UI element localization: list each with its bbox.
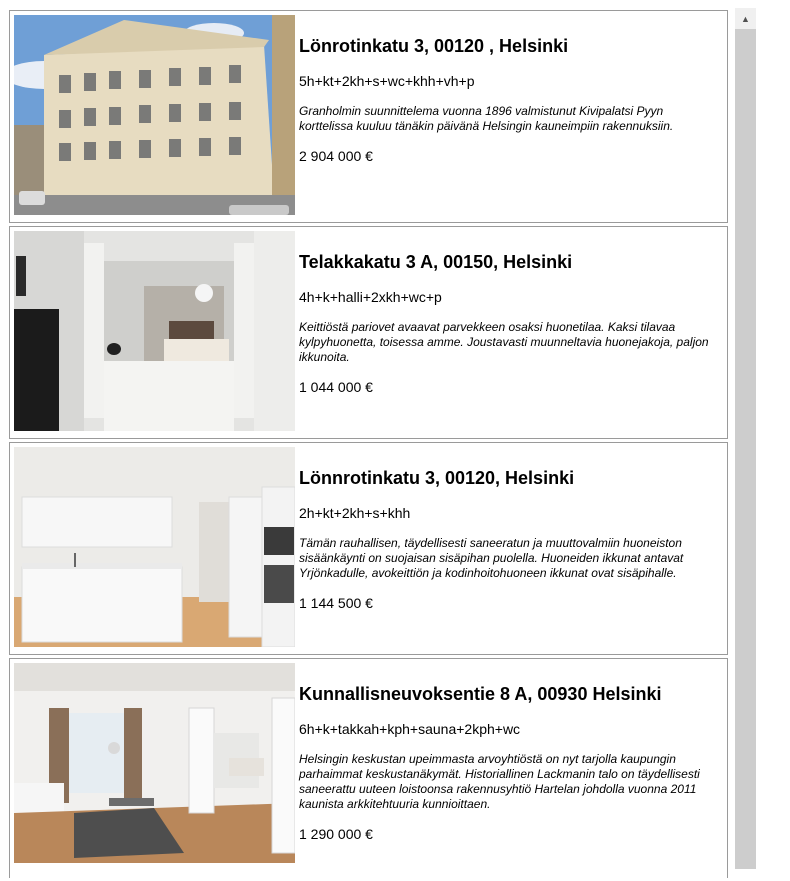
listing-list: Lönrotinkatu 3, 00120 , Helsinki 5h+kt+2… (9, 10, 728, 881)
listing-photo[interactable] (14, 663, 295, 863)
listing-card[interactable]: Lönnrotinkatu 3, 00120, Helsinki 2h+kt+2… (9, 442, 728, 655)
listing-rooms: 4h+k+halli+2xkh+wc+p (299, 289, 442, 305)
listing-card[interactable]: Telakkakatu 3 A, 00150, Helsinki 4h+k+ha… (9, 226, 728, 439)
listing-price: 1 044 000 € (299, 379, 373, 395)
listing-description: Granholmin suunnittelema vuonna 1896 val… (299, 104, 674, 133)
listing-info: Lönrotinkatu 3, 00120 , Helsinki 5h+kt+2… (295, 15, 723, 218)
listing-price: 2 904 000 € (299, 148, 373, 164)
listing-price: 1 144 500 € (299, 595, 373, 611)
listing-card[interactable]: Kunnallisneuvoksentie 8 A, 00930 Helsink… (9, 658, 728, 878)
listing-address[interactable]: Lönnrotinkatu 3, 00120, Helsinki (299, 466, 723, 490)
listing-address[interactable]: Lönrotinkatu 3, 00120 , Helsinki (299, 34, 723, 58)
vertical-scrollbar[interactable]: ▲ (735, 8, 756, 869)
listing-info: Kunnallisneuvoksentie 8 A, 00930 Helsink… (295, 663, 723, 874)
listing-photo[interactable] (14, 447, 295, 647)
bedroom-interior-photo (14, 231, 295, 431)
listing-photo[interactable] (14, 15, 295, 215)
scrollbar-thumb[interactable] (735, 29, 756, 869)
listing-description: Helsingin keskustan upeimmasta arvoyhtiö… (299, 752, 700, 811)
listing-description: Tämän rauhallisen, täydellisesti saneera… (299, 536, 684, 580)
listing-info: Telakkakatu 3 A, 00150, Helsinki 4h+k+ha… (295, 231, 723, 434)
listing-address[interactable]: Telakkakatu 3 A, 00150, Helsinki (299, 250, 723, 274)
listing-info: Lönnrotinkatu 3, 00120, Helsinki 2h+kt+2… (295, 447, 723, 650)
building-exterior-photo (14, 15, 295, 215)
scroll-up-arrow-icon[interactable]: ▲ (735, 8, 756, 29)
listing-rooms: 5h+kt+2kh+s+wc+khh+vh+p (299, 73, 475, 89)
listing-rooms: 2h+kt+2kh+s+khh (299, 505, 411, 521)
kitchen-interior-photo (14, 447, 295, 647)
listing-card[interactable]: Lönrotinkatu 3, 00120 , Helsinki 5h+kt+2… (9, 10, 728, 223)
living-room-interior-photo (14, 663, 295, 863)
listing-address[interactable]: Kunnallisneuvoksentie 8 A, 00930 Helsink… (299, 682, 723, 706)
listing-description: Keittiöstä pariovet avaavat parvekkeen o… (299, 320, 709, 364)
listing-price: 1 290 000 € (299, 826, 373, 842)
listing-rooms: 6h+k+takkah+kph+sauna+2kph+wc (299, 721, 521, 737)
listing-photo[interactable] (14, 231, 295, 431)
